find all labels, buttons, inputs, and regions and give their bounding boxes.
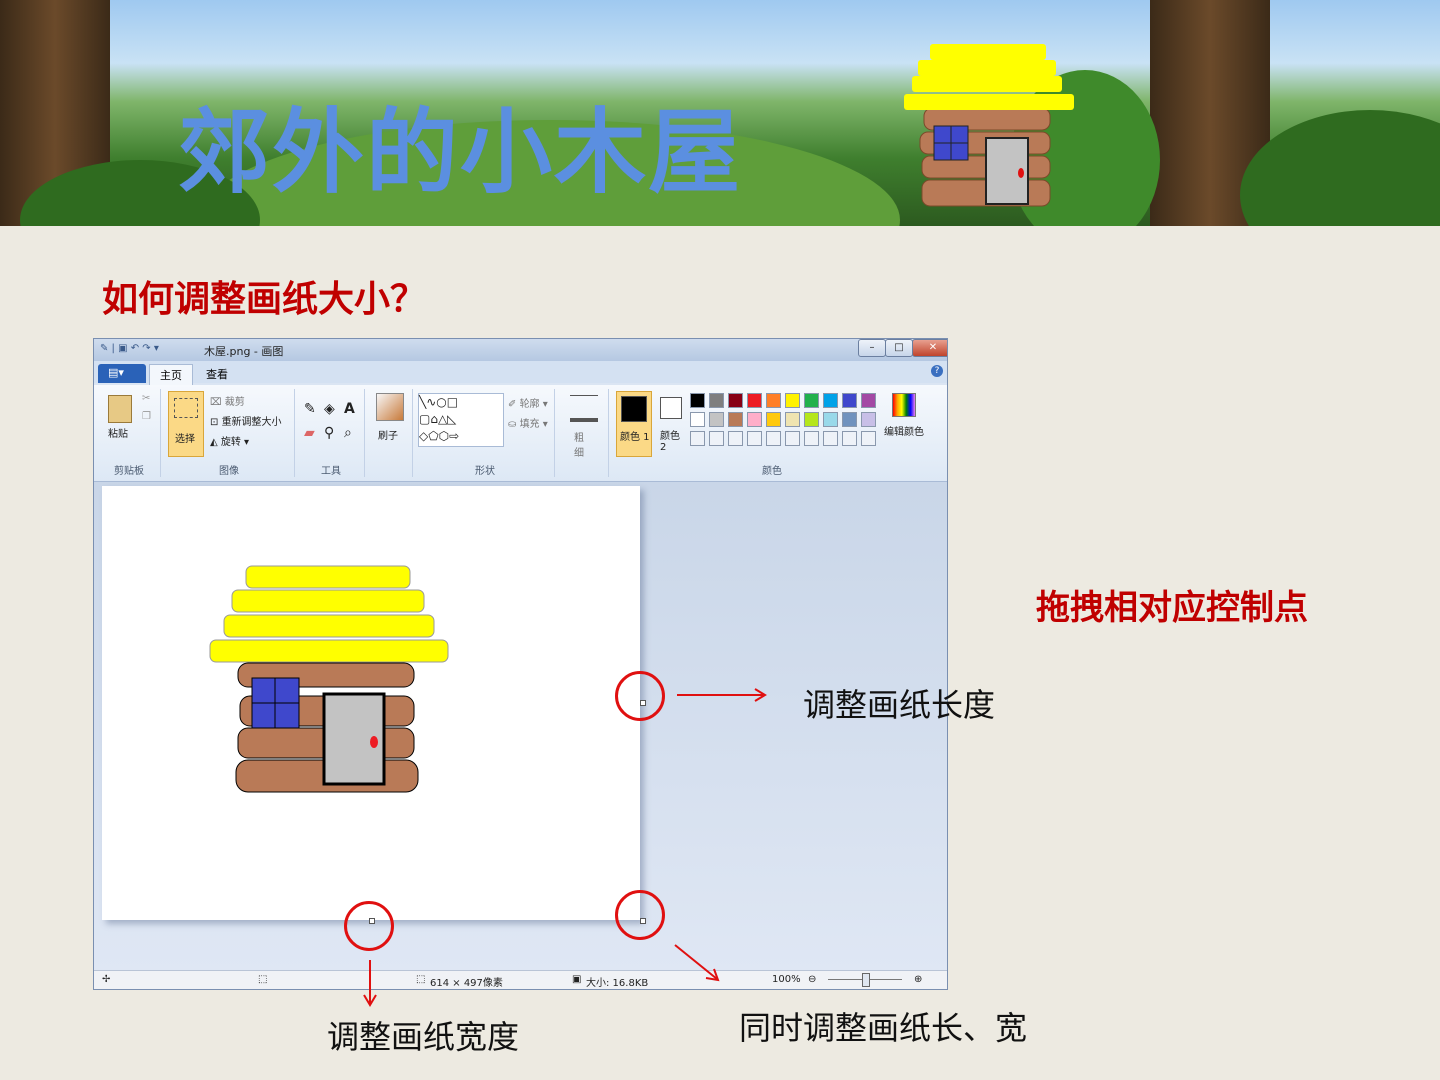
annotation-arrows [363, 688, 767, 1007]
arrow-down [363, 960, 377, 1007]
label-adjust-both: 同时调整画纸长、宽 [739, 1009, 1028, 1047]
label-adjust-length: 调整画纸长度 [803, 686, 996, 724]
arrow-diagonal [674, 944, 720, 982]
arrow-right [677, 688, 767, 702]
label-adjust-width: 调整画纸宽度 [327, 1018, 520, 1056]
